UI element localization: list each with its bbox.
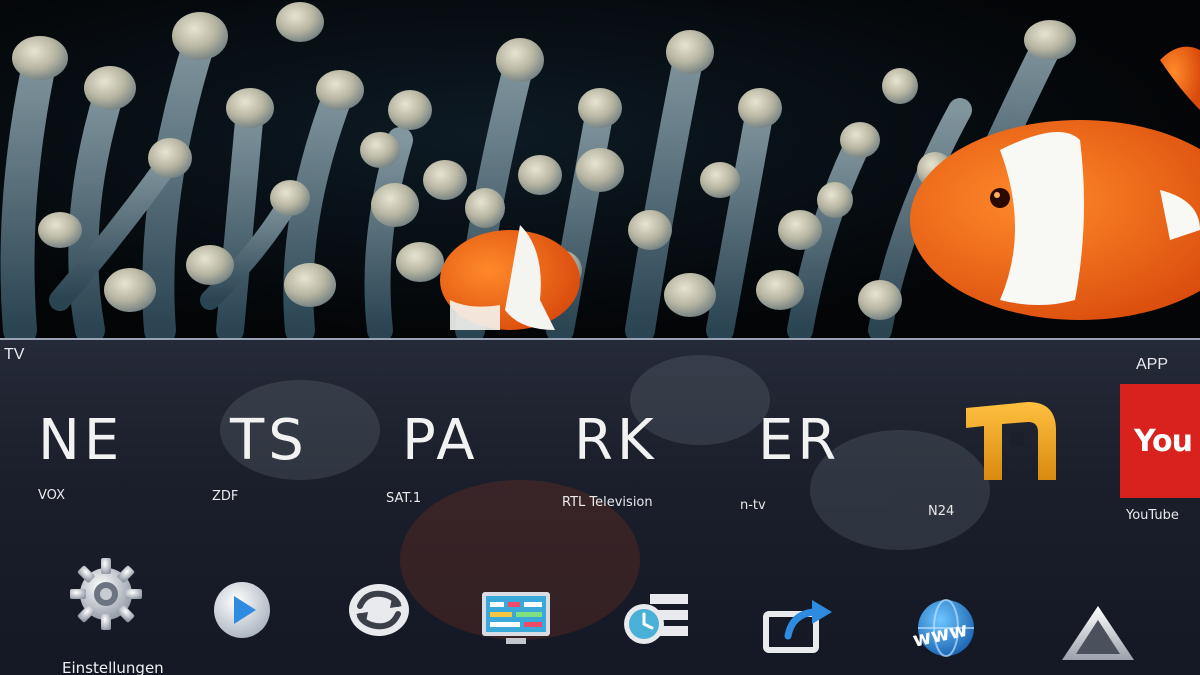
settings-label: Einstellungen [62,659,164,675]
app-tile-youtube[interactable]: You [1120,384,1200,498]
channel-tile-zdf[interactable]: TS [230,392,390,488]
up-arrow-icon [1062,606,1134,660]
wallpaper-anemone-clownfish [0,0,1200,338]
www-browser-icon: www [910,599,974,657]
channel-name-n24: N24 [928,504,955,519]
channel-tile-text: ER [758,407,841,473]
timer-list-icon [624,594,688,644]
app-name-youtube: YouTube [1126,508,1179,523]
youtube-logo-text: You [1134,424,1193,459]
gear-icon [70,558,142,630]
channel-tile-vox[interactable]: NE [38,392,198,488]
channel-tile-rtl[interactable]: RK [574,392,734,488]
channel-tile-text: TS [230,407,308,473]
media-player-button[interactable] [210,578,274,642]
channel-name-zdf: ZDF [212,489,239,504]
screen-share-button[interactable] [762,596,838,656]
timer-list-button[interactable] [620,590,692,648]
n24-logo-icon [966,402,1056,480]
channel-name-vox: VOX [38,488,65,503]
web-browser-button[interactable]: www [906,596,984,662]
play-icon [214,582,270,638]
app-section-label: APP [1136,356,1169,373]
share-screen-icon [763,600,832,653]
channel-tile-text: PA [402,407,479,473]
channel-name-ntv: n-tv [740,498,766,513]
channel-tile-ntv[interactable]: ER [758,392,918,488]
channel-tile-text: RK [574,407,658,473]
tv-guide-icon [482,592,550,644]
channel-name-rtl: RTL Television [562,495,653,510]
channel-name-sat1: SAT.1 [386,491,422,506]
sync-button[interactable] [346,580,412,640]
channel-tile-sat1[interactable]: PA [402,392,562,488]
up-arrow-button[interactable] [1058,602,1138,668]
channel-tile-n24[interactable] [958,396,1068,486]
tv-section-label: TV [4,346,25,363]
channel-tile-text: NE [38,407,124,473]
sync-icon [349,584,409,636]
settings-button[interactable] [66,554,146,634]
home-menu-panel: TV APP NE VOX TS ZDF PA SAT.1 RK RTL Tel… [0,338,1200,675]
wallpaper-art [0,2,1200,338]
tv-guide-button[interactable] [480,590,552,646]
